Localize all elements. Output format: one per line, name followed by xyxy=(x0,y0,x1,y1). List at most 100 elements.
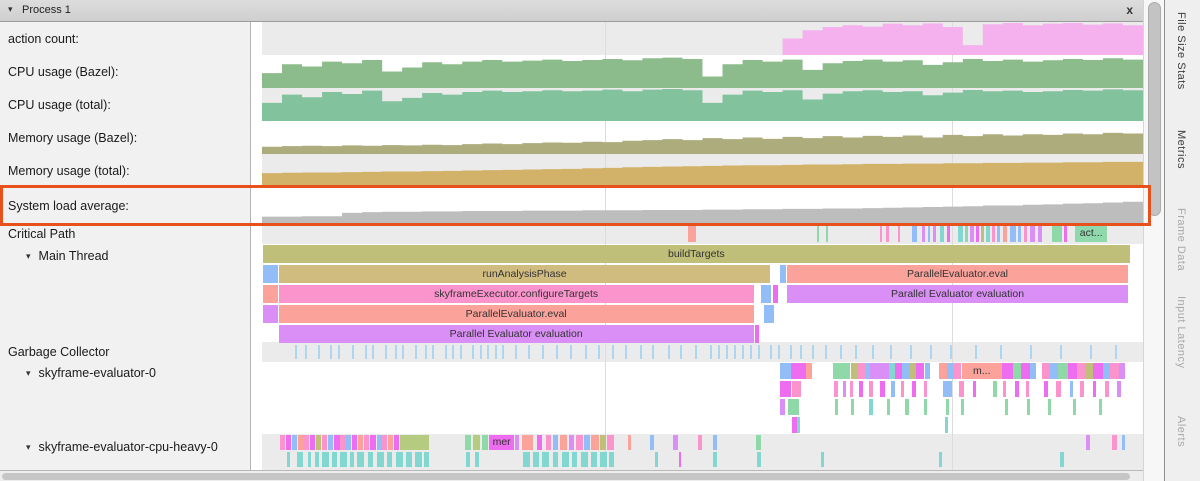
evaluator0-slice[interactable] xyxy=(791,363,807,379)
cpu-heavy-slice[interactable] xyxy=(280,435,285,450)
gc-tick[interactable] xyxy=(570,345,572,359)
gc-tick[interactable] xyxy=(718,345,720,359)
critical-path-action-chip[interactable]: act... xyxy=(1075,225,1107,242)
cpu-heavy-slice[interactable] xyxy=(358,435,363,450)
gc-tick[interactable] xyxy=(734,345,736,359)
process-header[interactable]: ▾ Process 1 x xyxy=(0,0,1143,22)
evaluator0-slice[interactable] xyxy=(1044,381,1048,397)
cpu-heavy-slice[interactable] xyxy=(713,452,717,467)
evaluator0-slice[interactable] xyxy=(797,417,801,433)
cpu-heavy-slice[interactable] xyxy=(553,435,558,450)
critical-path-tick[interactable] xyxy=(1038,226,1042,242)
gc-tick[interactable] xyxy=(338,345,340,359)
evaluator0-slice[interactable] xyxy=(869,399,873,415)
gc-tick[interactable] xyxy=(542,345,544,359)
evaluator0-slice[interactable] xyxy=(959,381,964,397)
cpu-heavy-slice[interactable] xyxy=(515,435,519,450)
critical-path-tick[interactable] xyxy=(886,226,889,242)
cpu-heavy-slice[interactable] xyxy=(352,435,357,450)
main-thread-slice-labeled[interactable]: skyframeExecutor.configureTargets xyxy=(279,285,754,303)
cpu-heavy-slice[interactable] xyxy=(303,435,308,450)
cpu-heavy-slice[interactable] xyxy=(756,435,760,450)
gc-tick[interactable] xyxy=(872,345,874,359)
evaluator0-slice[interactable] xyxy=(1073,399,1077,415)
cpu-heavy-slice[interactable] xyxy=(382,435,387,450)
critical-path-tick[interactable] xyxy=(981,226,984,242)
gc-tick[interactable] xyxy=(652,345,654,359)
cpu-heavy-slice[interactable] xyxy=(332,452,336,467)
main-thread-slice[interactable] xyxy=(263,285,278,303)
evaluator0-slice[interactable] xyxy=(835,399,839,415)
evaluator0-slice[interactable] xyxy=(1015,381,1019,397)
main-thread-slice-labeled[interactable]: runAnalysisPhase xyxy=(279,265,771,283)
gc-tick[interactable] xyxy=(840,345,842,359)
evaluator0-slice[interactable] xyxy=(1080,381,1084,397)
horizontal-scrollbar-thumb[interactable] xyxy=(2,473,1130,480)
critical-path-tick[interactable] xyxy=(933,226,936,242)
cpu-heavy-slice[interactable] xyxy=(370,435,375,450)
metric-chart-4[interactable] xyxy=(262,154,1143,187)
critical-path-tick[interactable] xyxy=(928,226,930,242)
critical-path-tick[interactable] xyxy=(997,226,1000,242)
evaluator0-slice[interactable] xyxy=(1048,399,1052,415)
cpu-heavy-slice[interactable] xyxy=(315,452,319,467)
cpu-heavy-slice[interactable] xyxy=(466,452,470,467)
gc-tick[interactable] xyxy=(680,345,682,359)
evaluator0-slice[interactable] xyxy=(870,363,889,379)
gc-tick[interactable] xyxy=(770,345,772,359)
cpu-heavy-slice-labeled[interactable]: mer xyxy=(489,435,514,450)
evaluator0-slice[interactable] xyxy=(833,363,851,379)
gc-tick[interactable] xyxy=(742,345,744,359)
cpu-heavy-slice[interactable] xyxy=(350,452,354,467)
cpu-heavy-slice[interactable] xyxy=(713,435,717,450)
cpu-heavy-slice[interactable] xyxy=(537,435,542,450)
gc-tick[interactable] xyxy=(425,345,427,359)
evaluator0-slice[interactable] xyxy=(895,363,902,379)
cpu-heavy-slice[interactable] xyxy=(482,435,487,450)
cpu-heavy-slice[interactable] xyxy=(387,452,392,467)
evaluator0-slice[interactable] xyxy=(912,381,916,397)
evaluator0-slice[interactable] xyxy=(947,363,954,379)
gc-tick[interactable] xyxy=(1115,345,1117,359)
main-thread-slice-labeled[interactable]: buildTargets xyxy=(263,245,1130,263)
evaluator0-slice[interactable] xyxy=(1005,399,1009,415)
critical-path-tick[interactable] xyxy=(1030,226,1035,242)
evaluator0-slice[interactable] xyxy=(939,363,946,379)
cpu-heavy-slice[interactable] xyxy=(334,435,339,450)
evaluator0-slice[interactable] xyxy=(1068,363,1077,379)
critical-path-tick[interactable] xyxy=(976,226,979,242)
cpu-heavy-slice[interactable] xyxy=(322,435,327,450)
evaluator0-slice[interactable] xyxy=(843,381,847,397)
evaluator0-slice[interactable] xyxy=(1042,363,1051,379)
cpu-heavy-slice[interactable] xyxy=(650,435,654,450)
cpu-heavy-slice[interactable] xyxy=(286,435,291,450)
evaluator0-slice[interactable] xyxy=(891,381,895,397)
evaluator0-slice[interactable] xyxy=(1119,363,1125,379)
gc-tick[interactable] xyxy=(395,345,397,359)
cpu-heavy-slice[interactable] xyxy=(357,452,364,467)
gc-tick[interactable] xyxy=(502,345,504,359)
evaluator0-slice[interactable] xyxy=(916,363,925,379)
critical-path-tick[interactable] xyxy=(898,226,900,242)
gc-tick[interactable] xyxy=(460,345,462,359)
evaluator0-slice[interactable] xyxy=(961,399,965,415)
critical-path-tick[interactable] xyxy=(986,226,990,242)
evaluator0-slice[interactable] xyxy=(780,363,791,379)
cpu-heavy-slice[interactable] xyxy=(473,435,481,450)
cpu-heavy-slice[interactable] xyxy=(308,452,312,467)
evaluator0-slice[interactable] xyxy=(780,399,785,415)
cpu-heavy-slice[interactable] xyxy=(310,435,315,450)
cpu-heavy-slice[interactable] xyxy=(396,452,403,467)
gc-tick[interactable] xyxy=(556,345,558,359)
gc-tick[interactable] xyxy=(515,345,517,359)
cpu-heavy-slice[interactable] xyxy=(297,452,302,467)
evaluator0-slice[interactable] xyxy=(850,381,854,397)
close-icon[interactable]: x xyxy=(1126,3,1133,17)
gc-tick[interactable] xyxy=(710,345,712,359)
evaluator0-slice[interactable] xyxy=(1021,363,1030,379)
cpu-heavy-slice[interactable] xyxy=(560,435,567,450)
evaluator0-slice[interactable] xyxy=(869,381,873,397)
gc-tick[interactable] xyxy=(480,345,482,359)
cpu-heavy-slice[interactable] xyxy=(821,452,825,467)
gc-tick[interactable] xyxy=(295,345,297,359)
